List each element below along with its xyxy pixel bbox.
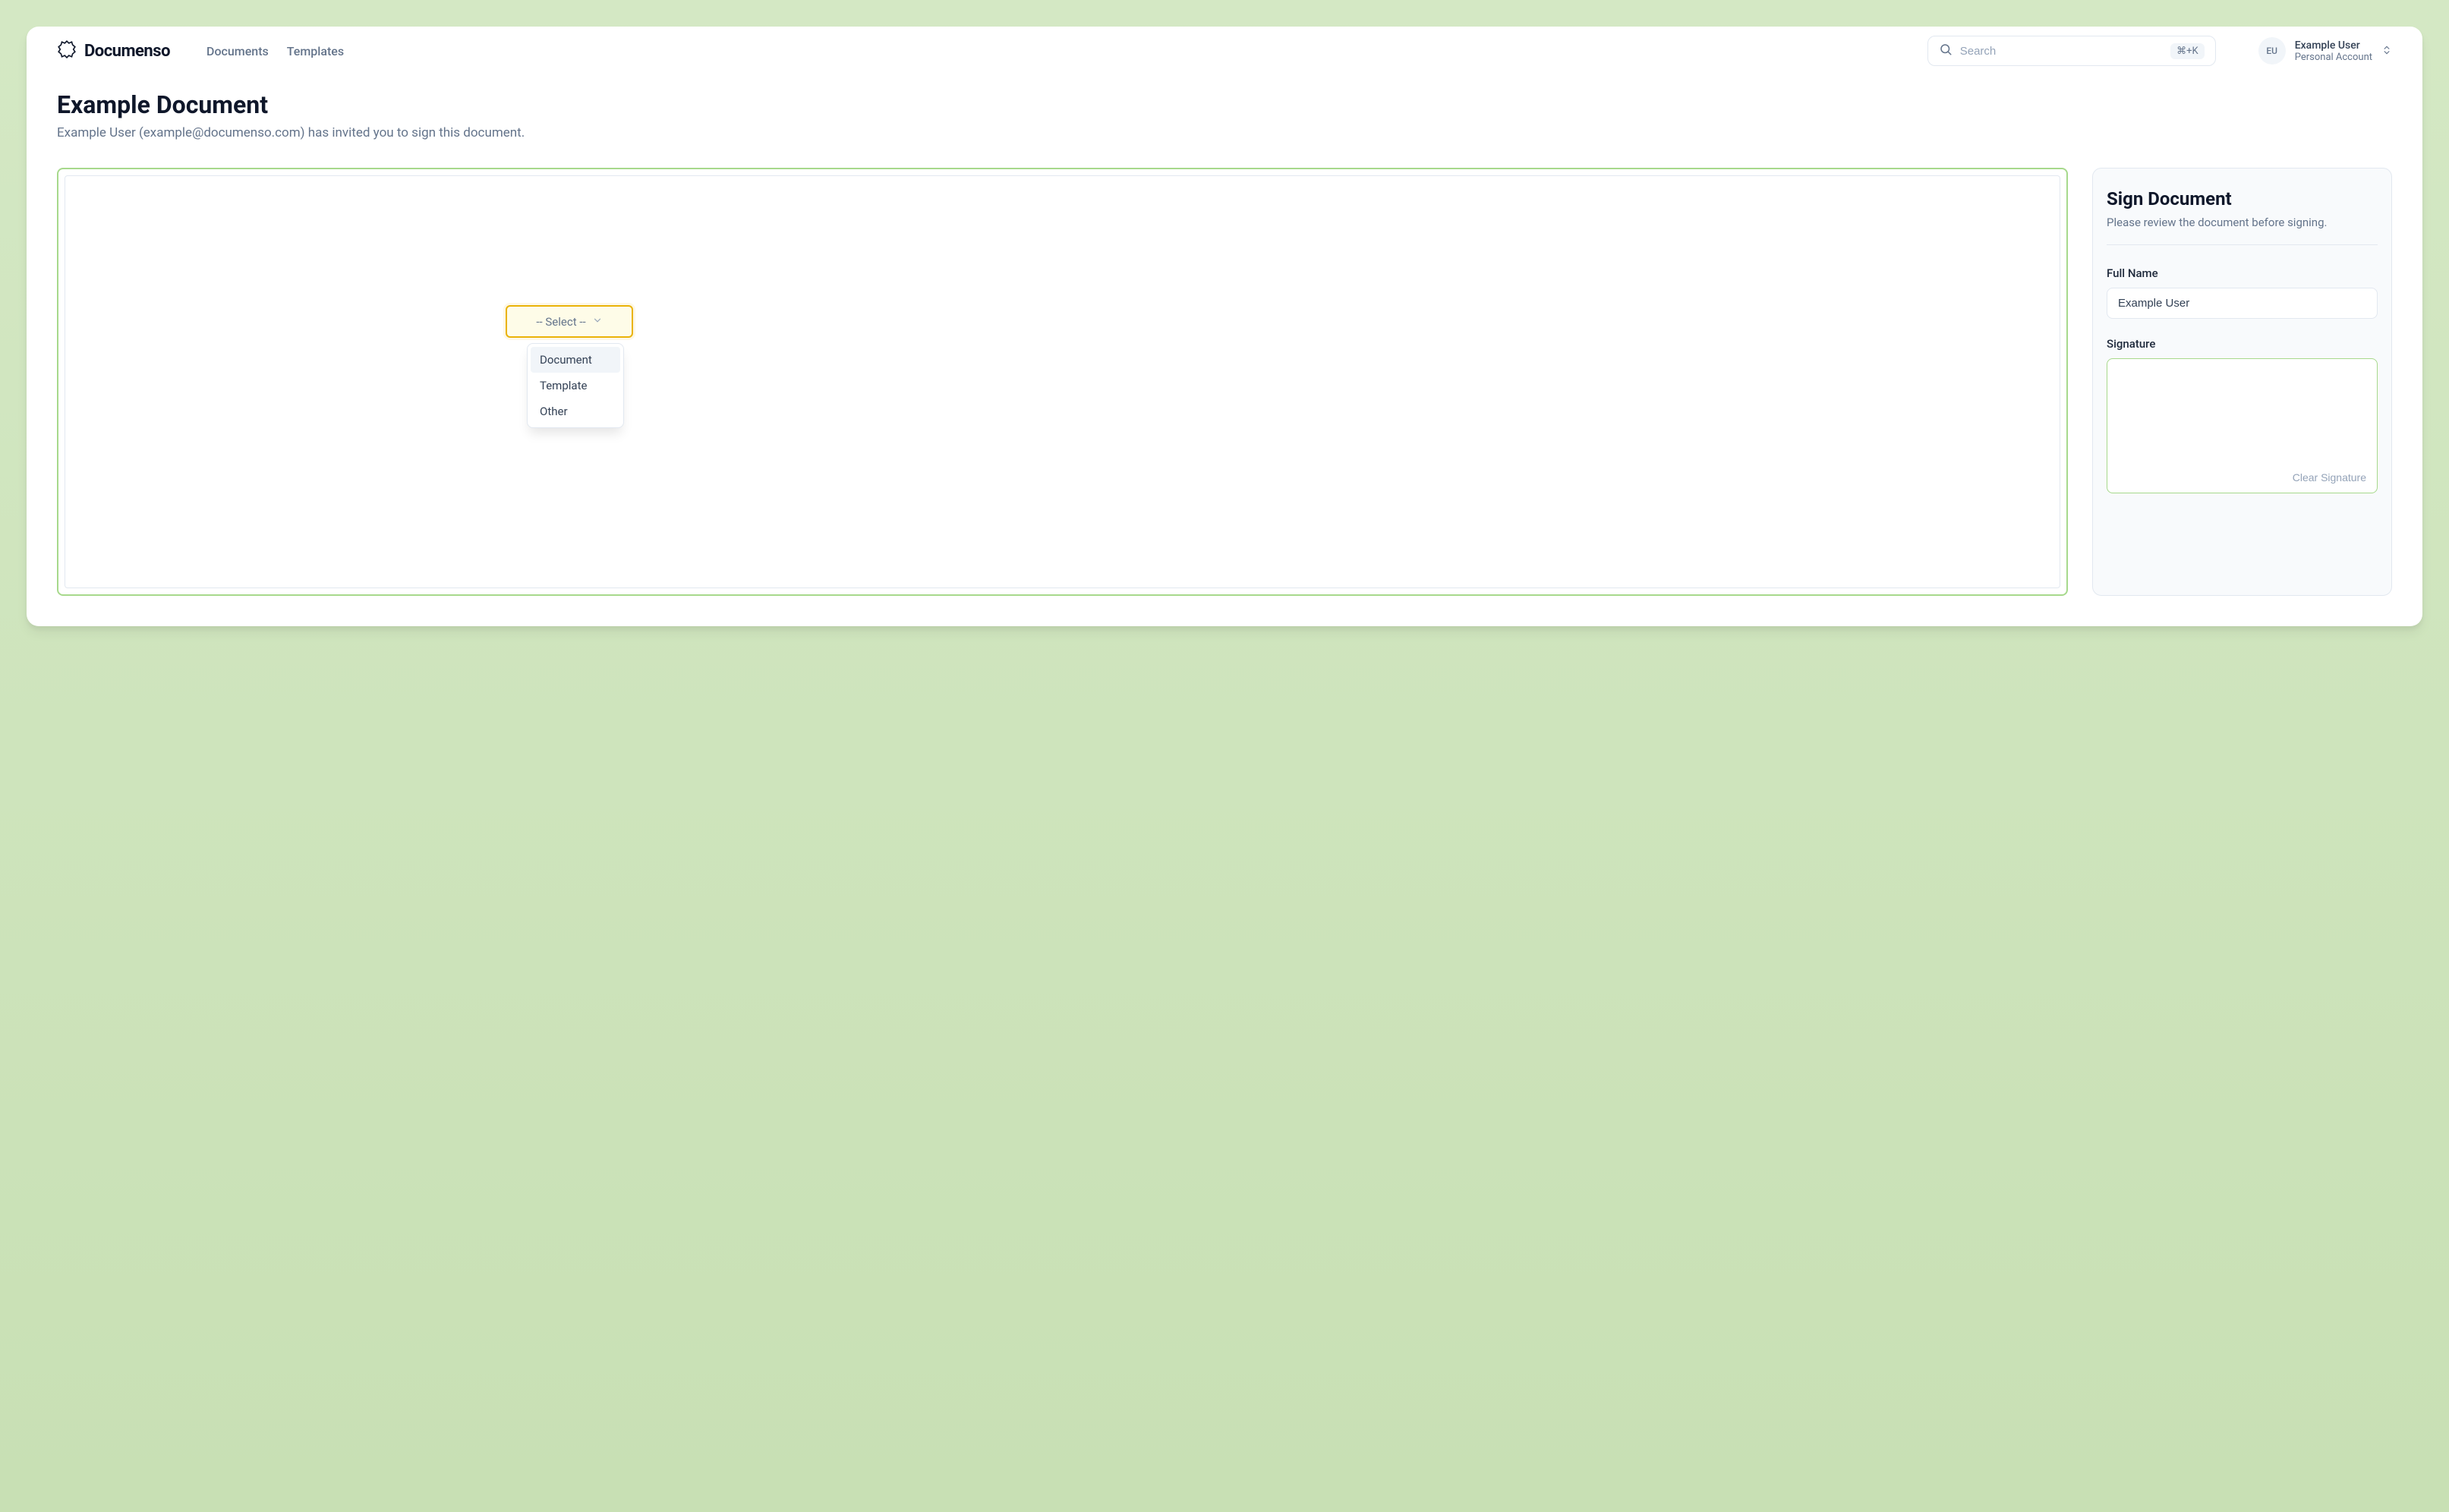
sidebar-title: Sign Document xyxy=(2107,188,2378,209)
search-input[interactable] xyxy=(1960,45,2163,58)
select-placeholder: -- Select -- xyxy=(536,315,585,329)
document-page[interactable]: -- Select -- Document Template Other xyxy=(65,175,2060,588)
content: Example Document Example User (example@d… xyxy=(27,75,2422,626)
select-option-other[interactable]: Other xyxy=(531,398,620,424)
search-shortcut: ⌘+K xyxy=(2170,43,2205,59)
page-subtitle: Example User (example@documenso.com) has… xyxy=(57,125,2392,140)
logo-icon xyxy=(57,39,77,62)
signature-label: Signature xyxy=(2107,337,2378,351)
sidebar-subtitle: Please review the document before signin… xyxy=(2107,216,2378,229)
search-bar[interactable]: ⌘+K xyxy=(1927,36,2216,66)
nav-bar: Documenso Documents Templates ⌘+K EU Exa… xyxy=(27,27,2422,75)
user-menu[interactable]: EU Example User Personal Account xyxy=(2258,37,2392,65)
logo[interactable]: Documenso xyxy=(57,39,170,62)
select-trigger[interactable]: -- Select -- xyxy=(506,305,633,338)
main-layout: -- Select -- Document Template Other xyxy=(57,168,2392,596)
select-option-template[interactable]: Template xyxy=(531,373,620,398)
select-dropdown: Document Template Other xyxy=(527,343,624,428)
full-name-label: Full Name xyxy=(2107,266,2378,280)
chevron-down-icon xyxy=(592,314,603,329)
app-window: Documenso Documents Templates ⌘+K EU Exa… xyxy=(27,27,2422,626)
full-name-input[interactable] xyxy=(2107,288,2378,319)
select-option-document[interactable]: Document xyxy=(531,347,620,373)
document-viewer: -- Select -- Document Template Other xyxy=(57,168,2068,596)
user-text: Example User Personal Account xyxy=(2295,39,2372,63)
clear-signature-button[interactable]: Clear Signature xyxy=(2293,471,2366,484)
nav-templates[interactable]: Templates xyxy=(287,44,344,58)
user-subtitle: Personal Account xyxy=(2295,52,2372,63)
signature-pad[interactable]: Clear Signature xyxy=(2107,358,2378,493)
nav-links: Documents Templates xyxy=(206,44,344,58)
logo-text: Documenso xyxy=(84,42,170,61)
select-field: -- Select -- Document Template Other xyxy=(506,305,633,338)
sign-sidebar: Sign Document Please review the document… xyxy=(2092,168,2392,596)
chevron-updown-icon xyxy=(2381,44,2392,58)
page-title: Example Document xyxy=(57,90,2392,119)
avatar: EU xyxy=(2258,37,2286,65)
nav-documents[interactable]: Documents xyxy=(206,44,269,58)
sidebar-divider xyxy=(2107,244,2378,245)
search-icon xyxy=(1939,43,1953,59)
user-name: Example User xyxy=(2295,39,2372,52)
